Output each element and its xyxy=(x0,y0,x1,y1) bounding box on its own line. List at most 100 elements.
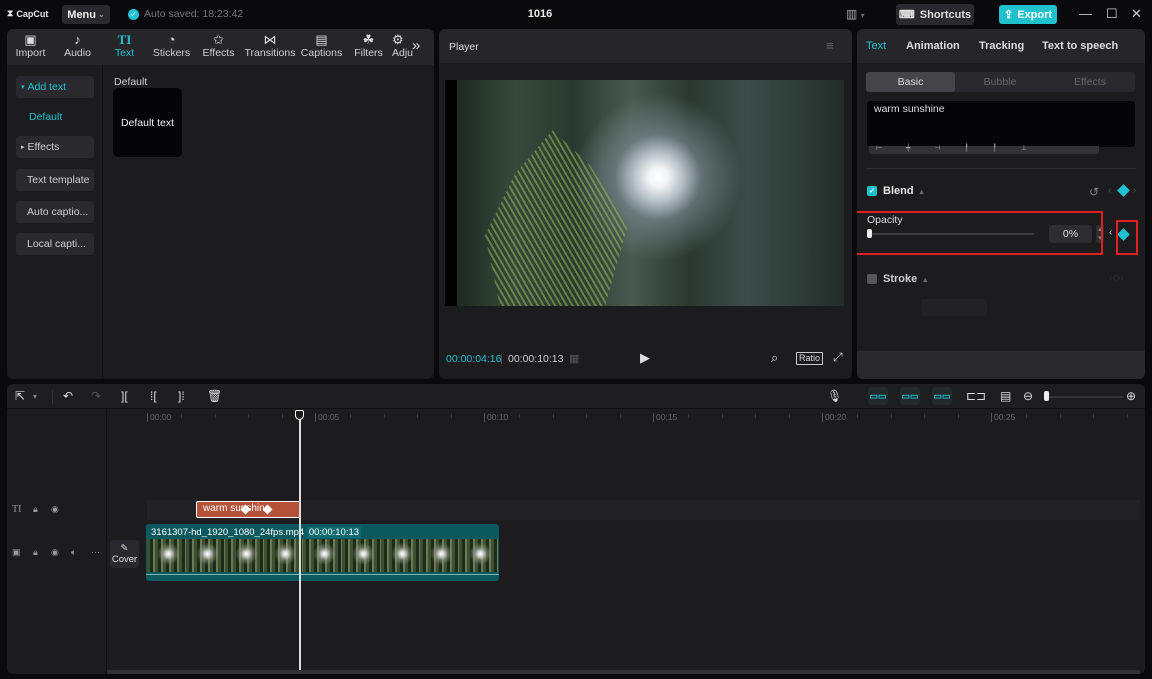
redo-icon: ↷ xyxy=(91,389,102,403)
chevron-down-icon[interactable]: ▾ xyxy=(33,392,37,401)
pencil-icon: ✎ xyxy=(120,543,129,554)
tab-animation[interactable]: Animation xyxy=(906,40,960,52)
text-input[interactable]: warm sunshine xyxy=(867,101,1135,147)
magnet-main-track-button[interactable]: ▭▭ xyxy=(868,387,888,405)
more-icon[interactable]: ··· xyxy=(91,547,100,557)
blend-checkbox[interactable]: ✓ xyxy=(867,186,877,196)
playhead-line[interactable] xyxy=(299,414,301,670)
next-keyframe-icon[interactable]: › xyxy=(1133,185,1136,196)
select-cursor-icon[interactable]: ⇱ xyxy=(15,389,25,403)
audio-meter-icon: ▦ xyxy=(569,353,580,365)
blend-section-header[interactable]: ✓ Blend ▴ xyxy=(867,185,924,197)
timeline-zoom-slider[interactable] xyxy=(1048,396,1123,398)
player-panel: Player ≡ 00:00:04:16 | 00:00:10:13 ▦ ▶ ⌕… xyxy=(439,29,852,379)
tab-captions[interactable]: ▤ Captions xyxy=(298,29,345,65)
title-bar: ⧗ CapCut Menu ⌄ ✓ Auto saved: 18:23:42 1016… xyxy=(0,0,1152,29)
subtab-effects[interactable]: Effects xyxy=(1045,72,1135,92)
minimize-icon[interactable]: — xyxy=(1079,6,1092,21)
speaker-icon[interactable]: 🔈︎ xyxy=(71,547,76,558)
video-clip-label: 3161307-hd_1920_1080_24fps.mp4 00:00:10:… xyxy=(151,527,362,538)
align-right-icon[interactable]: ⊣ xyxy=(934,145,940,154)
tab-tracking[interactable]: Tracking xyxy=(979,40,1024,52)
subnav-text-template[interactable]: Text template xyxy=(16,169,94,191)
subnav-add-text[interactable]: ▾ Add text xyxy=(16,76,94,98)
stroke-style-select xyxy=(921,299,987,316)
microphone-icon[interactable]: 🎙 xyxy=(827,389,842,403)
tab-filters[interactable]: ☘ Filters xyxy=(345,29,392,65)
more-tabs-icon[interactable]: » xyxy=(412,37,420,54)
stroke-checkbox[interactable] xyxy=(867,274,877,284)
tab-text-to-speech[interactable]: Text to speech xyxy=(1042,40,1118,52)
app-logo: ⧗ CapCut xyxy=(7,8,49,19)
shortcuts-button[interactable]: ⌨ Shortcuts xyxy=(896,4,974,25)
tab-effects[interactable]: ✩ Effects xyxy=(195,29,242,65)
subnav-effects[interactable]: ▸ Effects xyxy=(16,136,94,158)
maximize-icon[interactable]: ☐ xyxy=(1106,6,1118,22)
stroke-section-header[interactable]: Stroke ▴ xyxy=(867,273,927,285)
hamburger-menu-icon[interactable]: ≡ xyxy=(826,38,834,53)
subtab-basic[interactable]: Basic xyxy=(866,72,955,92)
subnav-default[interactable]: Default xyxy=(29,111,62,123)
time-separator: | xyxy=(500,353,503,365)
tab-adjustment[interactable]: ⚙ Adju xyxy=(392,29,414,65)
tab-stickers[interactable]: ◔ Stickers xyxy=(148,29,195,65)
ruler-tick xyxy=(383,414,385,418)
split-icon[interactable]: ][ xyxy=(121,389,128,403)
tab-text-props[interactable]: Text xyxy=(866,40,886,52)
fullscreen-icon[interactable]: ⤢ xyxy=(833,350,843,365)
layout-icon[interactable]: ▥ ▾ xyxy=(846,7,865,21)
zoom-frame-icon[interactable]: ⌕ xyxy=(771,350,778,366)
lock-icon[interactable]: 🔒︎ xyxy=(33,547,38,558)
ruler-tick xyxy=(721,414,723,418)
export-button[interactable]: ⇪ Export xyxy=(999,5,1057,24)
align-center-icon[interactable]: ┿ xyxy=(906,145,910,154)
playhead-handle[interactable] xyxy=(295,410,304,420)
lock-icon[interactable]: 🔒︎ xyxy=(33,504,38,515)
thumbnail xyxy=(186,539,225,572)
thumbnail xyxy=(381,539,420,572)
align-bottom-icon[interactable]: ⊥ xyxy=(1021,145,1027,154)
split-preview-icon[interactable]: ⊏⊐ xyxy=(966,389,986,403)
tab-text[interactable]: TI Text xyxy=(101,29,148,65)
zoom-out-icon[interactable]: ⊖ xyxy=(1023,389,1033,403)
cover-button[interactable]: ✎ Cover xyxy=(110,540,139,568)
thumbnail xyxy=(420,539,459,572)
prev-keyframe-icon[interactable]: ‹ xyxy=(1109,227,1112,238)
default-text-card[interactable]: Default text xyxy=(113,88,182,157)
tab-audio[interactable]: ♪ Audio xyxy=(54,29,101,65)
subnav-auto-captions[interactable]: Auto captio... xyxy=(16,201,94,223)
timeline-zoom-handle[interactable] xyxy=(1044,391,1049,401)
align-top-icon[interactable]: ╿ xyxy=(964,145,968,154)
undo-icon[interactable]: ↶ xyxy=(63,389,73,403)
zoom-in-icon[interactable]: ⊕ xyxy=(1126,389,1136,403)
tab-transitions[interactable]: ⋈ Transitions xyxy=(242,29,298,65)
align-middle-icon[interactable]: ╿ xyxy=(993,145,997,154)
align-left-icon[interactable]: ⊢ xyxy=(876,145,882,154)
close-icon[interactable]: ✕ xyxy=(1131,6,1142,22)
ruler-zoom-icon[interactable]: ▤ xyxy=(1000,389,1011,403)
subtab-bubble[interactable]: Bubble xyxy=(955,72,1045,92)
eye-icon[interactable]: ◉ xyxy=(51,504,59,515)
video-clip[interactable]: 3161307-hd_1920_1080_24fps.mp4 00:00:10:… xyxy=(146,524,499,581)
ruler-tick xyxy=(518,414,520,418)
subnav-local-captions[interactable]: Local capti... xyxy=(16,233,94,255)
reset-icon[interactable]: ↺ xyxy=(1089,185,1099,199)
ruler-label: 00:25 xyxy=(991,413,1015,422)
keyframe-diamond-icon[interactable] xyxy=(1117,184,1130,197)
delete-icon[interactable]: 🗑 xyxy=(207,389,222,403)
timeline-toolbar: ⇱ ▾ ↶ ↷ ][ ⁞[ ]⁞ 🗑 🎙 ▭▭ ▭▭ ▭▭ ⊏⊐ ▤ ⊖ ⊕ xyxy=(7,384,1145,409)
project-title[interactable]: 1016 xyxy=(520,8,560,20)
tab-import[interactable]: ▣ Import xyxy=(7,29,54,65)
timeline-horizontal-scrollbar[interactable] xyxy=(107,670,1140,674)
split-right-icon[interactable]: ]⁞ xyxy=(178,389,185,403)
video-preview[interactable] xyxy=(445,80,844,306)
eye-icon[interactable]: ◉ xyxy=(51,547,59,558)
play-button[interactable]: ▶ xyxy=(640,350,650,366)
ratio-button[interactable]: Ratio xyxy=(796,352,824,365)
split-left-icon[interactable]: ⁞[ xyxy=(150,389,157,403)
menu-button[interactable]: Menu ⌄ xyxy=(62,5,110,24)
prev-keyframe-icon[interactable]: ‹ xyxy=(1108,185,1111,196)
export-icon: ⇪ xyxy=(1003,9,1014,21)
auto-snap-button[interactable]: ▭▭ xyxy=(900,387,920,405)
linkage-button[interactable]: ▭▭ xyxy=(932,387,952,405)
